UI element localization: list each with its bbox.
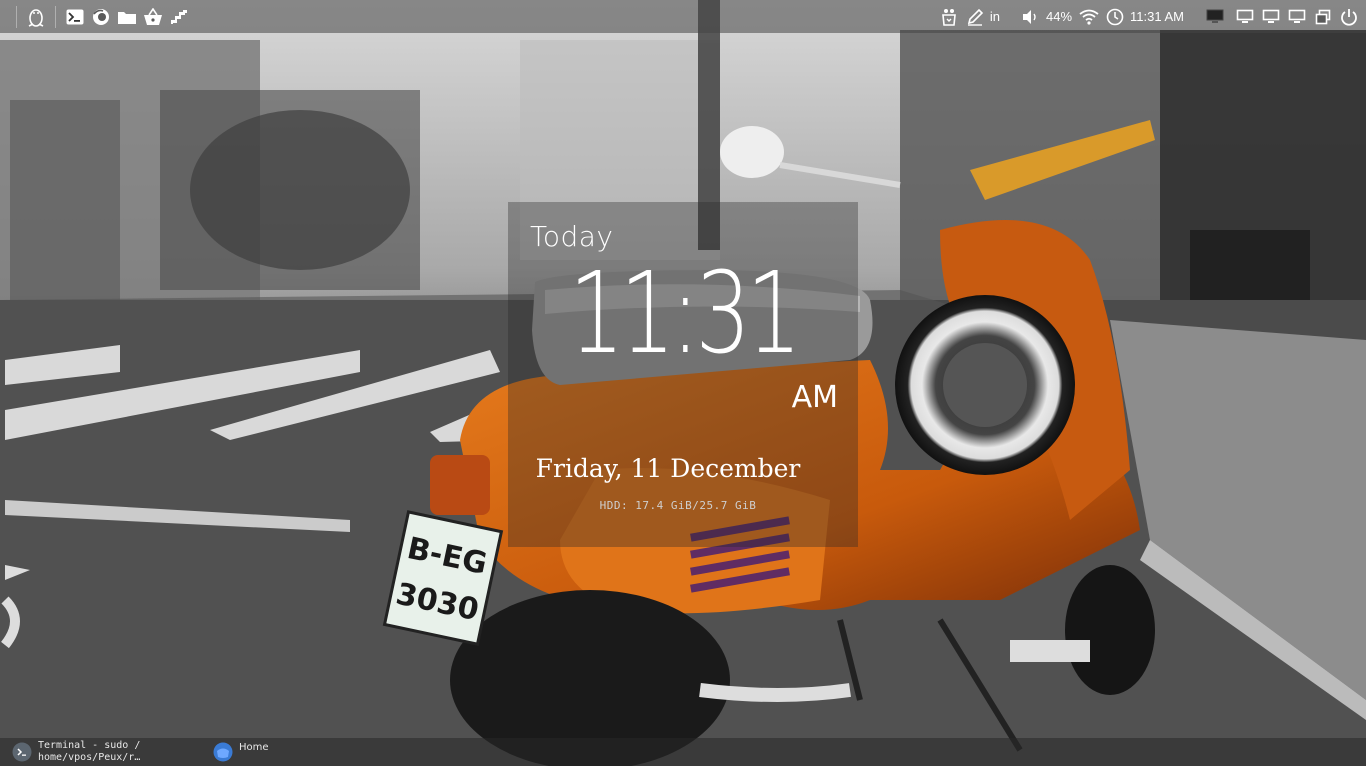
home-folder-icon	[213, 742, 233, 762]
panel-separator	[55, 5, 56, 28]
linux-tux-icon[interactable]	[25, 6, 47, 28]
window-restore-icon[interactable]	[1312, 6, 1334, 28]
workspace-3-icon[interactable]	[1286, 6, 1308, 28]
top-panel: in 44% 11:31 AM	[0, 0, 1366, 33]
clock-date: Friday, 11 December	[535, 454, 801, 483]
clock-ampm: AM	[791, 380, 838, 415]
software-basket-icon[interactable]	[142, 6, 164, 28]
taskbar-item-terminal[interactable]: Terminal - sudo / home/vpos/Peux/r…	[12, 738, 192, 766]
panel-tray: in 44% 11:31 AM	[936, 0, 1366, 33]
bottom-taskbar: Terminal - sudo / home/vpos/Peux/r… Home	[0, 738, 1366, 766]
clock-icon[interactable]	[1104, 6, 1126, 28]
volume-percent[interactable]: 44%	[1046, 9, 1072, 24]
taskbar-item-label: Home	[239, 742, 269, 753]
taskbar-item-label: Terminal - sudo / home/vpos/Peux/r…	[38, 740, 141, 763]
wifi-icon[interactable]	[1078, 6, 1100, 28]
mascot-icon[interactable]	[938, 6, 960, 28]
stairs-icon[interactable]	[168, 6, 190, 28]
pen-icon[interactable]	[964, 6, 986, 28]
panel-separator	[16, 5, 17, 28]
clock-time: 11:31	[568, 249, 802, 379]
firefox-icon[interactable]	[90, 6, 112, 28]
terminal-icon	[12, 742, 32, 762]
speaker-icon[interactable]	[1020, 6, 1042, 28]
folder-icon[interactable]	[116, 6, 138, 28]
panel-launchers	[0, 0, 192, 33]
power-icon[interactable]	[1338, 6, 1360, 28]
monitor-icon[interactable]	[1204, 6, 1226, 28]
hdd-usage: HDD: 17.4 GiB/25.7 GiB	[599, 499, 757, 512]
terminal-icon[interactable]	[64, 6, 86, 28]
panel-clock[interactable]: 11:31 AM	[1130, 9, 1184, 24]
workspace-2-icon[interactable]	[1260, 6, 1282, 28]
desktop-clock-widget: Today 11:31 AM Friday, 11 December HDD: …	[508, 202, 858, 547]
workspace-1-icon[interactable]	[1234, 6, 1256, 28]
taskbar-item-home[interactable]: Home	[213, 738, 333, 766]
keyboard-layout-indicator[interactable]: in	[990, 9, 1000, 24]
